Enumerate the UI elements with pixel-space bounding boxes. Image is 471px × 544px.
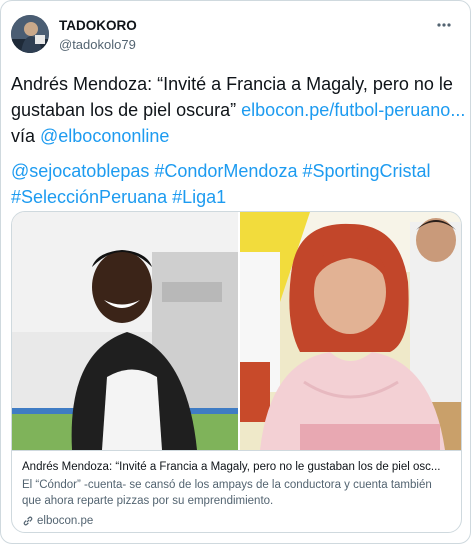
hashtags[interactable]: @sejocatoblepas #CondorMendoza #Sporting… — [11, 158, 466, 210]
tweet-card: TADOKORO @tadokolo79 Andrés Mendoza: “In… — [0, 0, 471, 544]
link-preview-card[interactable]: Andrés Mendoza: “Invité a Francia a Maga… — [11, 211, 462, 533]
via-mention-link[interactable]: @elbocononline — [40, 126, 169, 146]
more-options-button[interactable] — [432, 13, 456, 37]
link-icon — [23, 516, 33, 526]
avatar[interactable] — [11, 15, 49, 53]
article-link[interactable]: elbocon.pe/futbol-peruano... — [241, 100, 465, 120]
tweet-text: Andrés Mendoza: “Invité a Francia a Maga… — [11, 71, 466, 149]
card-title[interactable]: Andrés Mendoza: “Invité a Francia a Maga… — [22, 459, 451, 475]
card-body: Andrés Mendoza: “Invité a Francia a Maga… — [12, 450, 461, 532]
via-text: vía — [11, 126, 41, 146]
avatar-image — [11, 15, 49, 53]
author-handle[interactable]: @tadokolo79 — [59, 37, 136, 52]
author-name[interactable]: TADOKORO — [59, 18, 137, 33]
more-options-icon — [437, 23, 451, 27]
card-image-left — [12, 212, 238, 450]
card-image-right — [240, 212, 461, 450]
card-domain[interactable]: elbocon.pe — [22, 513, 451, 529]
card-domain-label: elbocon.pe — [37, 515, 94, 527]
card-description: El “Cóndor” -cuenta- se cansó de los amp… — [22, 479, 432, 507]
